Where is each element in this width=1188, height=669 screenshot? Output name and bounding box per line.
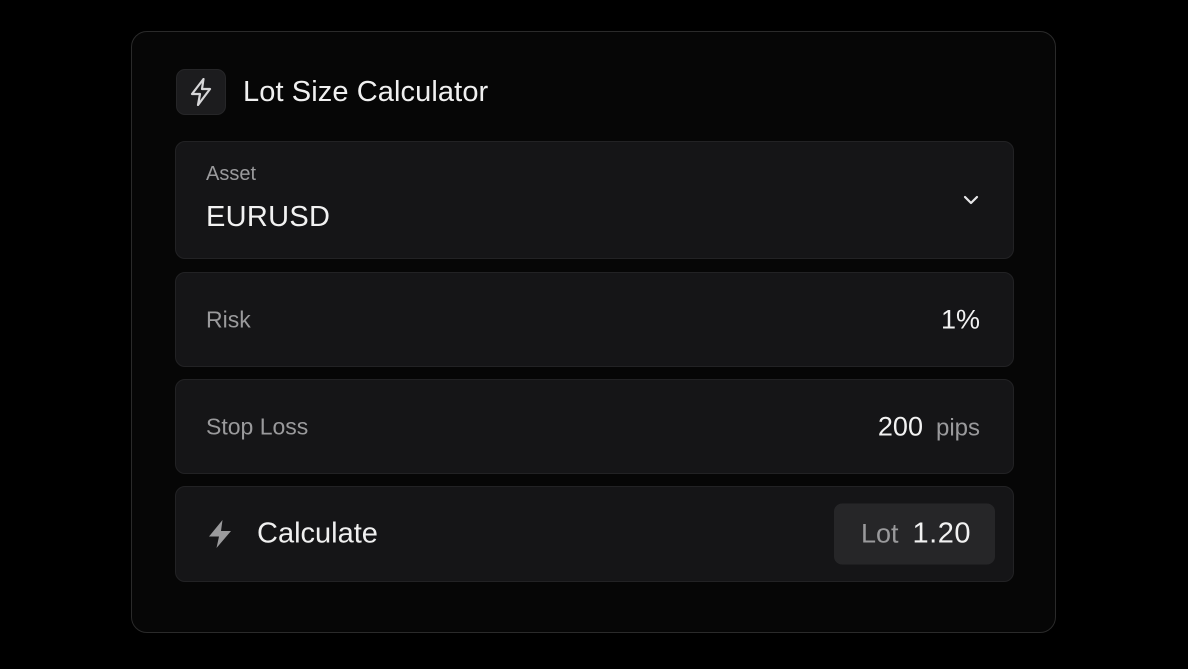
stop-loss-unit: pips xyxy=(935,414,980,441)
calculate-button[interactable]: Calculate Lot 1.20 xyxy=(175,486,1014,582)
lot-size-calculator-card: Lot Size Calculator Asset EURUSD Risk 1%… xyxy=(131,31,1056,633)
stop-loss-field[interactable]: Stop Loss 200 pips xyxy=(175,379,1014,474)
risk-field[interactable]: Risk 1% xyxy=(175,272,1014,367)
risk-label: Risk xyxy=(206,306,251,332)
asset-select[interactable]: Asset EURUSD xyxy=(175,141,1014,259)
page-title: Lot Size Calculator xyxy=(243,75,489,108)
stop-loss-value-group: 200 pips xyxy=(878,411,980,442)
chevron-down-icon[interactable] xyxy=(961,190,981,210)
card-header: Lot Size Calculator xyxy=(176,68,488,116)
risk-value-group: 1% xyxy=(941,304,980,335)
stop-loss-value[interactable]: 200 xyxy=(878,411,923,442)
lot-result-label: Lot xyxy=(861,518,899,549)
lot-result-value: 1.20 xyxy=(912,517,971,550)
lot-result-badge: Lot 1.20 xyxy=(834,503,995,565)
calculate-label: Calculate xyxy=(257,517,378,550)
asset-value: EURUSD xyxy=(206,201,331,233)
asset-label: Asset xyxy=(206,163,257,185)
lightning-bolt-icon xyxy=(209,520,231,548)
lightning-bolt-icon xyxy=(176,69,226,115)
risk-value[interactable]: 1% xyxy=(941,304,980,335)
stop-loss-label: Stop Loss xyxy=(206,413,309,439)
